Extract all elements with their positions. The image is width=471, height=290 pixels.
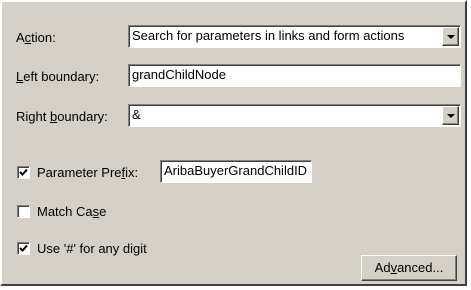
use-hash-label[interactable]: Use '#' for any digit bbox=[37, 241, 147, 256]
left-boundary-label: Left boundary: bbox=[16, 69, 100, 84]
left-boundary-input[interactable]: grandChildNode bbox=[128, 64, 461, 87]
checkmark-icon bbox=[19, 168, 28, 176]
match-case-checkbox[interactable] bbox=[17, 205, 30, 218]
parameter-settings-dialog: Action: Search for parameters in links a… bbox=[0, 0, 467, 286]
action-dropdown-value: Search for parameters in links and form … bbox=[132, 28, 405, 43]
advanced-button[interactable]: Advanced... bbox=[361, 255, 457, 281]
action-label: Action: bbox=[16, 30, 56, 45]
action-dropdown-button[interactable] bbox=[442, 27, 459, 46]
checkmark-icon bbox=[19, 244, 28, 252]
parameter-prefix-checkbox[interactable] bbox=[17, 166, 30, 179]
right-boundary-dropdown[interactable]: & bbox=[128, 104, 461, 127]
parameter-prefix-label[interactable]: Parameter Prefix: bbox=[37, 165, 138, 180]
parameter-prefix-input[interactable]: AribaBuyerGrandChildID bbox=[160, 160, 312, 183]
right-boundary-label: Right boundary: bbox=[16, 109, 108, 124]
right-boundary-dropdown-button[interactable] bbox=[442, 106, 459, 125]
right-boundary-value: & bbox=[132, 107, 141, 122]
chevron-down-icon bbox=[447, 114, 455, 118]
use-hash-checkbox[interactable] bbox=[17, 242, 30, 255]
action-dropdown[interactable]: Search for parameters in links and form … bbox=[128, 25, 461, 48]
chevron-down-icon bbox=[447, 35, 455, 39]
match-case-label[interactable]: Match Case bbox=[37, 204, 106, 219]
